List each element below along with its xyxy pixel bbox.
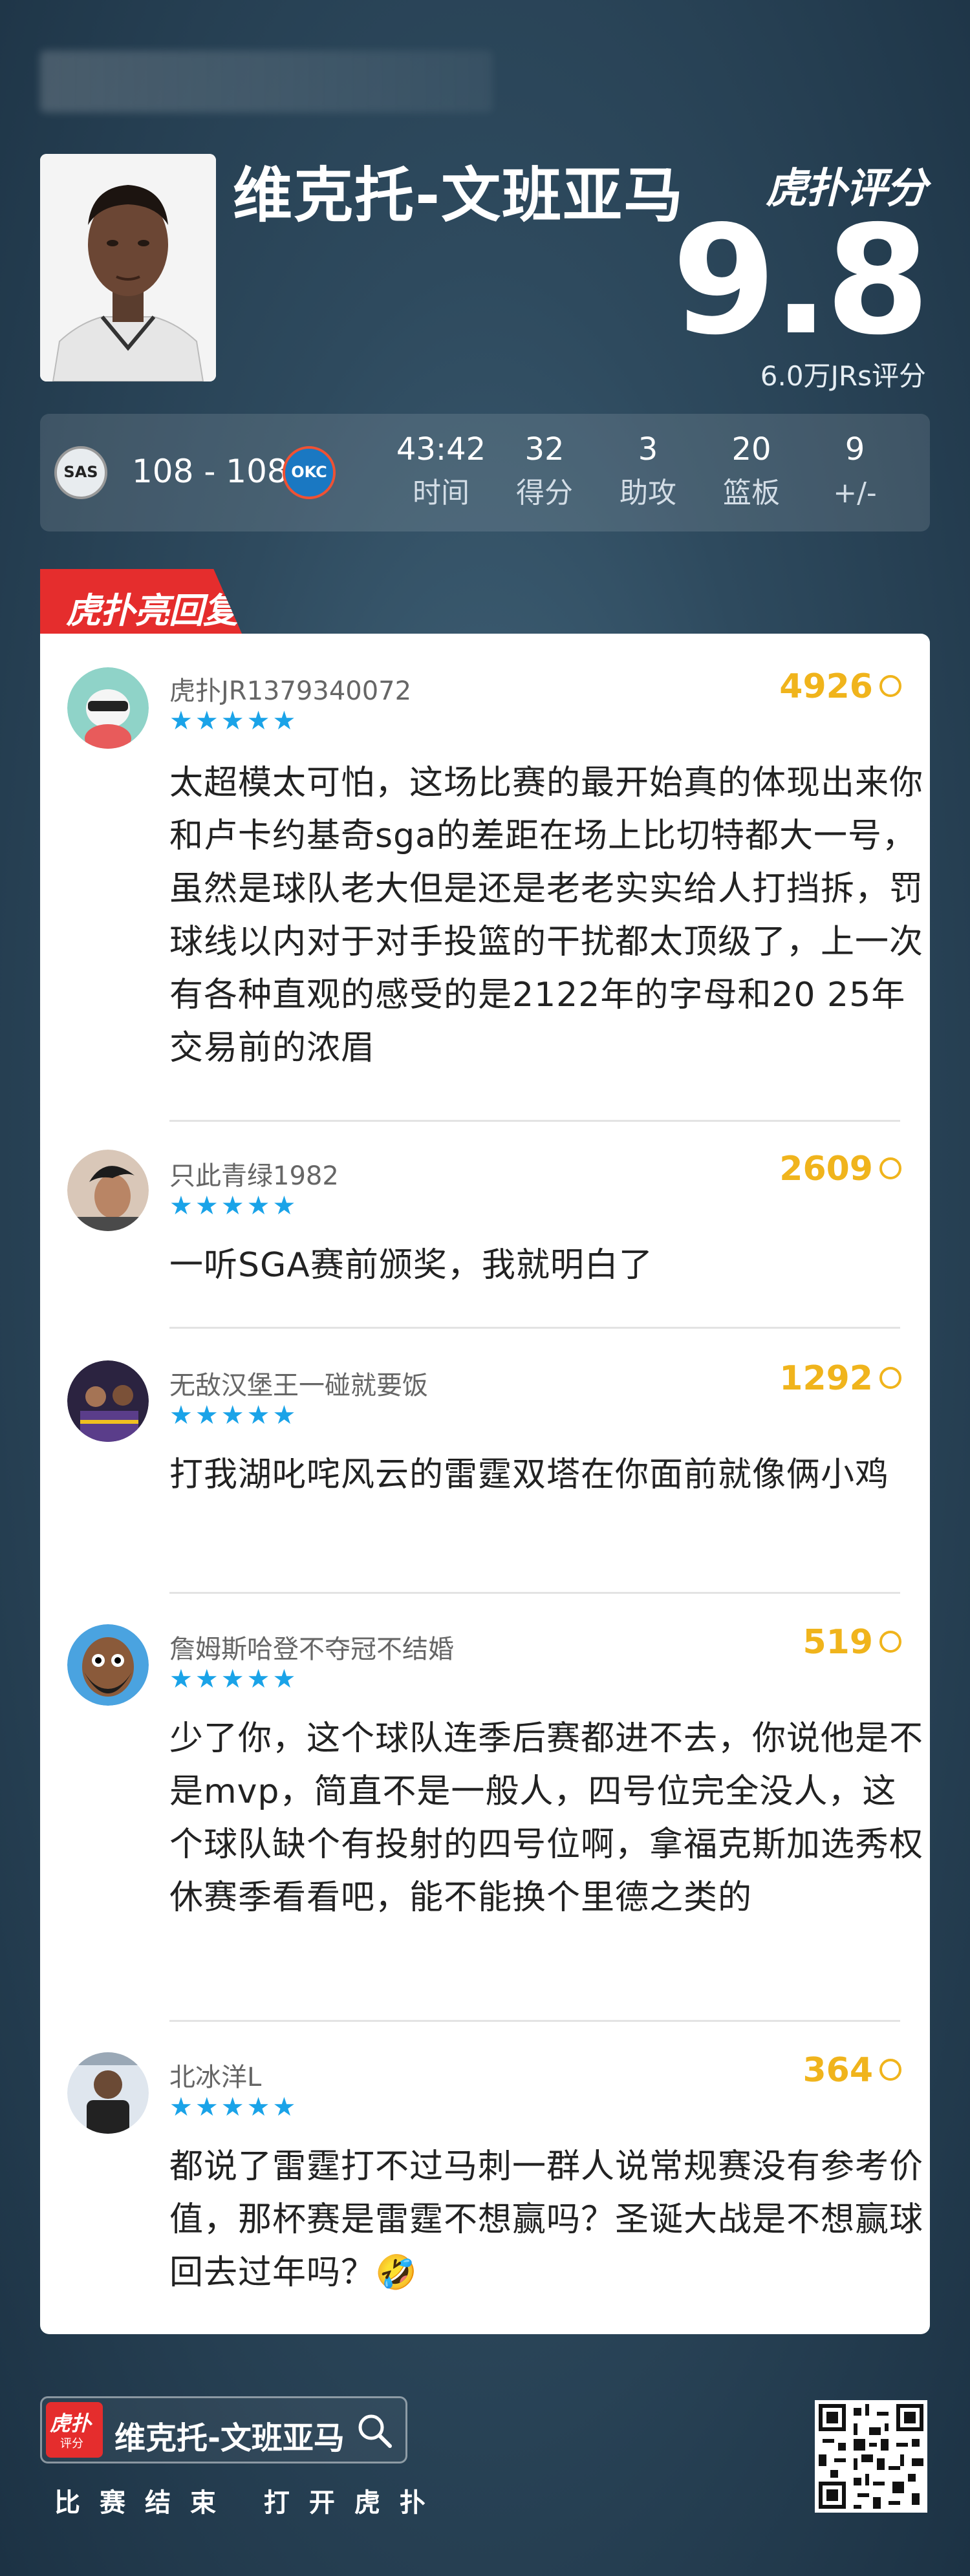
rating-stars: ★★★★★ bbox=[169, 2092, 299, 2122]
stat-assists: 3 助攻 bbox=[620, 431, 676, 510]
comment-text: 一听SGA赛前颁奖，我就明白了 bbox=[169, 1246, 653, 1285]
rating-stars: ★★★★★ bbox=[169, 1191, 299, 1221]
user-avatar[interactable] bbox=[67, 667, 149, 749]
stat-minutes: 43:42 时间 bbox=[396, 431, 486, 510]
player-name: 维克托-文班亚马 bbox=[233, 161, 685, 230]
divider bbox=[169, 2020, 900, 2022]
thunder-logo-icon: OKC bbox=[283, 446, 336, 499]
username[interactable]: 虎扑JR1379340072 bbox=[169, 670, 411, 707]
lightbulb-icon bbox=[879, 2059, 901, 2081]
comment-text: 都说了雷霆打不过马刺一群人说常规赛没有参考价值，那杯赛是雷霆不想赢吗？圣诞大战是… bbox=[169, 2147, 924, 2292]
lightbulb-icon bbox=[879, 1157, 901, 1179]
player-search-bar[interactable]: 虎扑 评分 维克托-文班亚马 bbox=[40, 2396, 407, 2463]
like-count[interactable]: 2609 bbox=[779, 1150, 901, 1188]
comment-text: 打我湖叱咤风云的雷霆双塔在你面前就像俩小鸡 bbox=[169, 1455, 890, 1494]
open-app-cta[interactable]: 比赛结束 打开虎扑 bbox=[54, 2482, 445, 2519]
comments-card: 虎扑JR1379340072 ★★★★★ 4926 太超模太可怕，这场比赛的最开… bbox=[40, 634, 930, 2334]
comment-text: 太超模太可怕，这场比赛的最开始真的体现出来你和卢卡约基奇sga的差距在场上比切特… bbox=[169, 764, 924, 1068]
hupu-logo-icon: 虎扑 评分 bbox=[46, 2402, 103, 2458]
rating-stars: ★★★★★ bbox=[169, 1664, 299, 1694]
section-label-ribbon: 虎扑亮回复 bbox=[40, 569, 242, 634]
player-avatar bbox=[40, 154, 216, 381]
qr-code[interactable] bbox=[815, 2400, 927, 2513]
like-count[interactable]: 364 bbox=[803, 2051, 901, 2090]
lightbulb-icon bbox=[879, 675, 901, 697]
username[interactable]: 北冰洋L bbox=[169, 2056, 261, 2094]
user-avatar[interactable] bbox=[67, 2052, 149, 2134]
rating-stars: ★★★★★ bbox=[169, 706, 299, 736]
stat-rebounds: 20 篮板 bbox=[723, 431, 780, 510]
like-count[interactable]: 4926 bbox=[779, 667, 901, 706]
game-score: 108 - 108 bbox=[132, 453, 288, 490]
search-text: 维克托-文班亚马 bbox=[114, 2420, 345, 2456]
divider bbox=[169, 1327, 900, 1329]
rating-stars: ★★★★★ bbox=[169, 1401, 299, 1430]
user-avatar[interactable] bbox=[67, 1624, 149, 1706]
rating-count: 6.0万JRs评分 bbox=[760, 360, 926, 392]
username[interactable]: 只此青绿1982 bbox=[169, 1155, 339, 1192]
blurred-header-bar bbox=[40, 50, 493, 113]
lightbulb-icon bbox=[879, 1367, 901, 1389]
user-avatar[interactable] bbox=[67, 1360, 149, 1442]
divider bbox=[169, 1592, 900, 1594]
username[interactable]: 无敌汉堡王一碰就要饭 bbox=[169, 1364, 428, 1402]
spurs-logo-icon: SAS bbox=[54, 446, 107, 499]
lightbulb-icon bbox=[879, 1631, 901, 1653]
search-icon[interactable] bbox=[355, 2411, 394, 2450]
stat-points: 32 得分 bbox=[516, 431, 573, 510]
comment-text: 少了你，这个球队连季后赛都进不去，你说他是不是mvp，简直不是一般人，四号位完全… bbox=[169, 1719, 924, 1917]
divider bbox=[169, 1120, 900, 1122]
game-stats-bar: SAS 108 - 108 OKC 43:42 时间 32 得分 3 助攻 20… bbox=[40, 414, 930, 531]
username[interactable]: 詹姆斯哈登不夺冠不结婚 bbox=[169, 1628, 454, 1666]
like-count[interactable]: 519 bbox=[803, 1623, 901, 1662]
player-score: 9.8 bbox=[672, 193, 930, 368]
like-count[interactable]: 1292 bbox=[779, 1359, 901, 1398]
stat-plus-minus: 9 +/- bbox=[833, 431, 877, 510]
user-avatar[interactable] bbox=[67, 1150, 149, 1231]
